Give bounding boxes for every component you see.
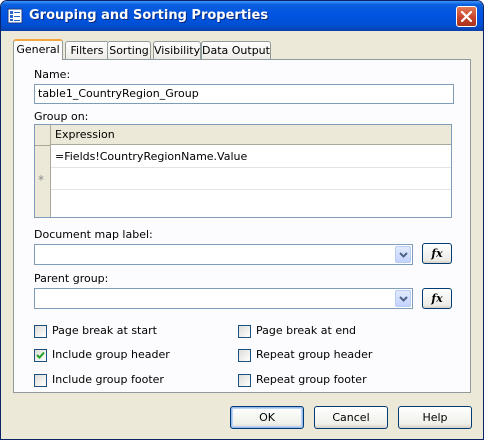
repeat-group-footer-checkbox[interactable] [238, 374, 251, 387]
page-break-start-checkbox[interactable] [34, 325, 47, 338]
page-break-end-label[interactable]: Page break at end [256, 324, 356, 337]
name-label: Name: [34, 68, 71, 81]
tab-visibility[interactable]: Visibility [153, 41, 201, 59]
tab-filters[interactable]: Filters [65, 41, 109, 59]
general-tab-panel: Name: table1_CountryRegion_Group Group o… [13, 59, 471, 393]
parent-group-label: Parent group: [34, 272, 109, 285]
window-title: Grouping and Sorting Properties [29, 8, 269, 23]
name-input[interactable]: table1_CountryRegion_Group [34, 84, 454, 104]
tab-sorting[interactable]: Sorting [107, 41, 151, 59]
grid-column-header-expression[interactable]: Expression [51, 125, 451, 145]
repeat-group-header-checkbox[interactable] [238, 349, 251, 362]
parent-group-expression-button[interactable]: fx [422, 288, 452, 309]
chevron-down-icon [399, 252, 408, 258]
grid-cell-expression[interactable] [51, 190, 451, 212]
cancel-button[interactable]: Cancel [314, 406, 388, 429]
tab-data-output[interactable]: Data Output [201, 41, 271, 59]
document-map-label: Document map label: [34, 228, 153, 241]
include-group-footer-label[interactable]: Include group footer [52, 373, 164, 386]
include-group-footer-checkbox[interactable] [34, 374, 47, 387]
checkmark-icon [36, 351, 45, 359]
chevron-down-icon [399, 296, 408, 302]
close-icon [461, 11, 472, 22]
include-group-header-label[interactable]: Include group header [52, 348, 170, 361]
new-row-marker: * [38, 173, 44, 187]
grid-corner [35, 125, 51, 146]
document-map-expression-button[interactable]: fx [422, 243, 452, 264]
close-button[interactable] [456, 6, 477, 27]
ok-button[interactable]: OK [230, 406, 304, 429]
repeat-group-footer-label[interactable]: Repeat group footer [256, 373, 367, 386]
help-button[interactable]: Help [398, 406, 472, 429]
properties-icon [7, 8, 23, 24]
group-expression-grid[interactable]: Expression =Fields!CountryRegionName.Val… [34, 124, 452, 218]
repeat-group-header-label[interactable]: Repeat group header [256, 348, 372, 361]
tab-general[interactable]: General [13, 39, 63, 60]
grid-cell-expression[interactable] [51, 168, 451, 190]
dialog-window: Grouping and Sorting Properties General … [0, 0, 484, 440]
parent-group-combobox[interactable] [34, 288, 413, 309]
include-group-header-checkbox[interactable] [34, 349, 47, 362]
page-break-start-label[interactable]: Page break at start [52, 324, 157, 337]
title-bar[interactable]: Grouping and Sorting Properties [1, 1, 483, 31]
grid-cell-expression[interactable]: =Fields!CountryRegionName.Value [51, 146, 451, 168]
parent-group-dropdown-button[interactable] [395, 290, 411, 307]
document-map-combobox[interactable] [34, 244, 413, 265]
page-break-end-checkbox[interactable] [238, 325, 251, 338]
document-map-dropdown-button[interactable] [395, 246, 411, 263]
group-on-label: Group on: [34, 110, 89, 123]
